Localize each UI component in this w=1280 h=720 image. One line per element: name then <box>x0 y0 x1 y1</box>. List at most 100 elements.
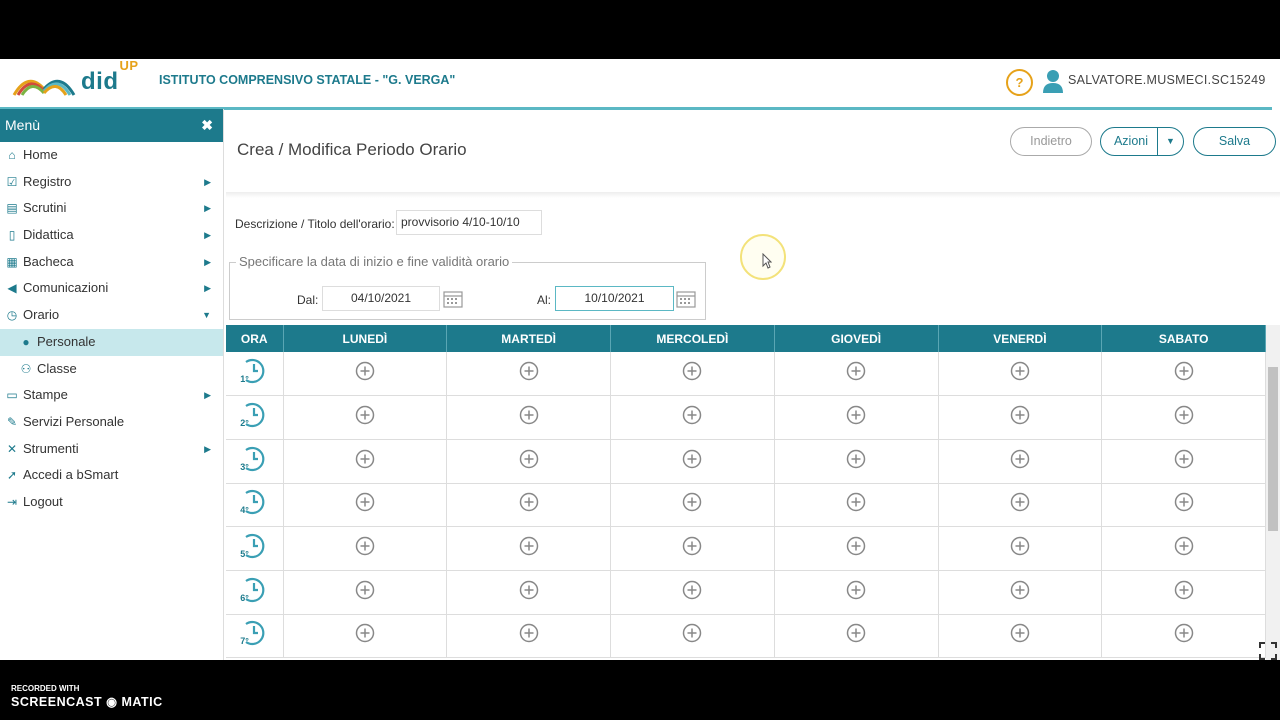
add-lesson-icon[interactable] <box>519 492 539 512</box>
sidebar-item-personale[interactable]: ● Personale <box>0 328 223 356</box>
add-lesson-icon[interactable] <box>682 492 702 512</box>
add-lesson-icon[interactable] <box>519 580 539 600</box>
printer-icon: ▭ <box>6 388 18 403</box>
add-lesson-icon[interactable] <box>1174 405 1194 425</box>
save-button[interactable]: Salva <box>1193 127 1276 156</box>
schedule-cell <box>938 614 1103 659</box>
add-lesson-icon[interactable] <box>1010 405 1030 425</box>
description-input[interactable]: provvisorio 4/10-10/10 <box>396 210 542 235</box>
sidebar-item-label: Strumenti <box>23 440 79 456</box>
add-lesson-icon[interactable] <box>682 405 702 425</box>
to-label: Al: <box>537 293 552 307</box>
add-lesson-icon[interactable] <box>846 580 866 600</box>
add-lesson-icon[interactable] <box>1010 536 1030 556</box>
sidebar-item-strumenti[interactable]: ✕ Strumenti ▶ <box>0 436 223 463</box>
schedule-cell <box>774 352 939 397</box>
sidebar-item-bacheca[interactable]: ▦ Bacheca ▶ <box>0 249 223 276</box>
add-lesson-icon[interactable] <box>355 361 375 381</box>
add-lesson-icon[interactable] <box>1174 492 1194 512</box>
sidebar-item-scrutini[interactable]: ▤ Scrutini ▶ <box>0 195 223 222</box>
column-header-ora: ORA <box>226 325 284 352</box>
schedule-cell <box>446 570 611 615</box>
add-lesson-icon[interactable] <box>682 536 702 556</box>
scrollbar-thumb[interactable] <box>1268 367 1278 531</box>
add-lesson-icon[interactable] <box>1010 361 1030 381</box>
column-header-martedi: MARTEDÌ <box>446 325 611 352</box>
sidebar-item-label: Stampe <box>23 387 68 403</box>
add-lesson-icon[interactable] <box>355 580 375 600</box>
period-number: 1° <box>240 374 249 385</box>
calendar-icon[interactable] <box>676 290 696 308</box>
add-lesson-icon[interactable] <box>682 449 702 469</box>
period-clock-icon: 1° <box>240 356 268 386</box>
sidebar-item-classe[interactable]: ⚇ Classe <box>0 356 223 383</box>
add-lesson-icon[interactable] <box>846 405 866 425</box>
add-lesson-icon[interactable] <box>355 536 375 556</box>
sidebar-item-stampe[interactable]: ▭ Stampe ▶ <box>0 382 223 409</box>
add-lesson-icon[interactable] <box>682 361 702 381</box>
add-lesson-icon[interactable] <box>682 580 702 600</box>
menu-header: Menù ✖ <box>0 109 223 142</box>
schedule-cell <box>938 395 1103 440</box>
add-lesson-icon[interactable] <box>1010 623 1030 643</box>
sidebar-item-logout[interactable]: ⇥ Logout <box>0 489 223 516</box>
add-lesson-icon[interactable] <box>355 449 375 469</box>
add-lesson-icon[interactable] <box>519 536 539 556</box>
username[interactable]: SALVATORE.MUSMECI.SC15249 <box>1068 73 1266 87</box>
calendar-icon[interactable] <box>443 290 463 308</box>
add-lesson-icon[interactable] <box>1010 492 1030 512</box>
add-lesson-icon[interactable] <box>519 449 539 469</box>
add-lesson-icon[interactable] <box>355 492 375 512</box>
sidebar-item-registro[interactable]: ☑ Registro ▶ <box>0 169 223 196</box>
add-lesson-icon[interactable] <box>1174 361 1194 381</box>
add-lesson-icon[interactable] <box>1174 580 1194 600</box>
sidebar-item-comunicazioni[interactable]: ◀ Comunicazioni ▶ <box>0 275 223 302</box>
megaphone-icon: ◀ <box>7 281 17 296</box>
period-cell: 6° <box>226 570 284 615</box>
add-lesson-icon[interactable] <box>846 536 866 556</box>
add-lesson-icon[interactable] <box>1010 580 1030 600</box>
sidebar-item-label: Home <box>23 147 58 162</box>
brand-name: didUP <box>81 59 139 95</box>
tools-icon: ✕ <box>6 441 18 456</box>
add-lesson-icon[interactable] <box>846 361 866 381</box>
add-lesson-icon[interactable] <box>1174 623 1194 643</box>
add-lesson-icon[interactable] <box>1174 536 1194 556</box>
schedule-cell <box>283 570 448 615</box>
sidebar-item-didattica[interactable]: ▯ Didattica ▶ <box>0 222 223 249</box>
actions-label: Azioni <box>1113 134 1149 148</box>
chevron-right-icon: ▶ <box>204 390 211 401</box>
add-lesson-icon[interactable] <box>355 623 375 643</box>
clock-icon: ◷ <box>6 308 18 323</box>
column-header-giovedi: GIOVEDÌ <box>774 325 939 352</box>
sidebar-item-home[interactable]: ⌂ Home <box>0 142 223 169</box>
chevron-down-icon[interactable]: ▼ <box>1157 128 1183 155</box>
timetable: ORA LUNEDÌ MARTEDÌ MERCOLEDÌ GIOVEDÌ VEN… <box>226 325 1266 659</box>
add-lesson-icon[interactable] <box>1010 449 1030 469</box>
back-button[interactable]: Indietro <box>1010 127 1092 156</box>
sidebar-item-label: Accedi a bSmart <box>23 467 119 483</box>
close-icon[interactable]: ✖ <box>201 109 213 142</box>
add-lesson-icon[interactable] <box>519 405 539 425</box>
sidebar-item-bsmart[interactable]: ➚ Accedi a bSmart <box>0 462 223 489</box>
fullscreen-icon[interactable] <box>1259 642 1277 660</box>
user-icon[interactable] <box>1043 69 1063 93</box>
column-header-mercoledi: MERCOLEDÌ <box>610 325 775 352</box>
schedule-cell <box>610 614 775 659</box>
add-lesson-icon[interactable] <box>519 623 539 643</box>
from-date-input[interactable]: 04/10/2021 <box>322 286 440 311</box>
add-lesson-icon[interactable] <box>355 405 375 425</box>
video-top-bar <box>0 0 1280 59</box>
add-lesson-icon[interactable] <box>682 623 702 643</box>
add-lesson-icon[interactable] <box>519 361 539 381</box>
help-icon[interactable]: ? <box>1006 69 1033 96</box>
sidebar-item-orario[interactable]: ◷ Orario ▼ <box>0 302 223 329</box>
add-lesson-icon[interactable] <box>846 623 866 643</box>
add-lesson-icon[interactable] <box>846 492 866 512</box>
sidebar-item-servizi-personale[interactable]: ✎ Servizi Personale <box>0 409 223 436</box>
add-lesson-icon[interactable] <box>1174 449 1194 469</box>
chevron-right-icon: ▶ <box>204 443 211 454</box>
to-date-input[interactable]: 10/10/2021 <box>555 286 674 311</box>
actions-button[interactable]: Azioni ▼ <box>1100 127 1184 156</box>
add-lesson-icon[interactable] <box>846 449 866 469</box>
